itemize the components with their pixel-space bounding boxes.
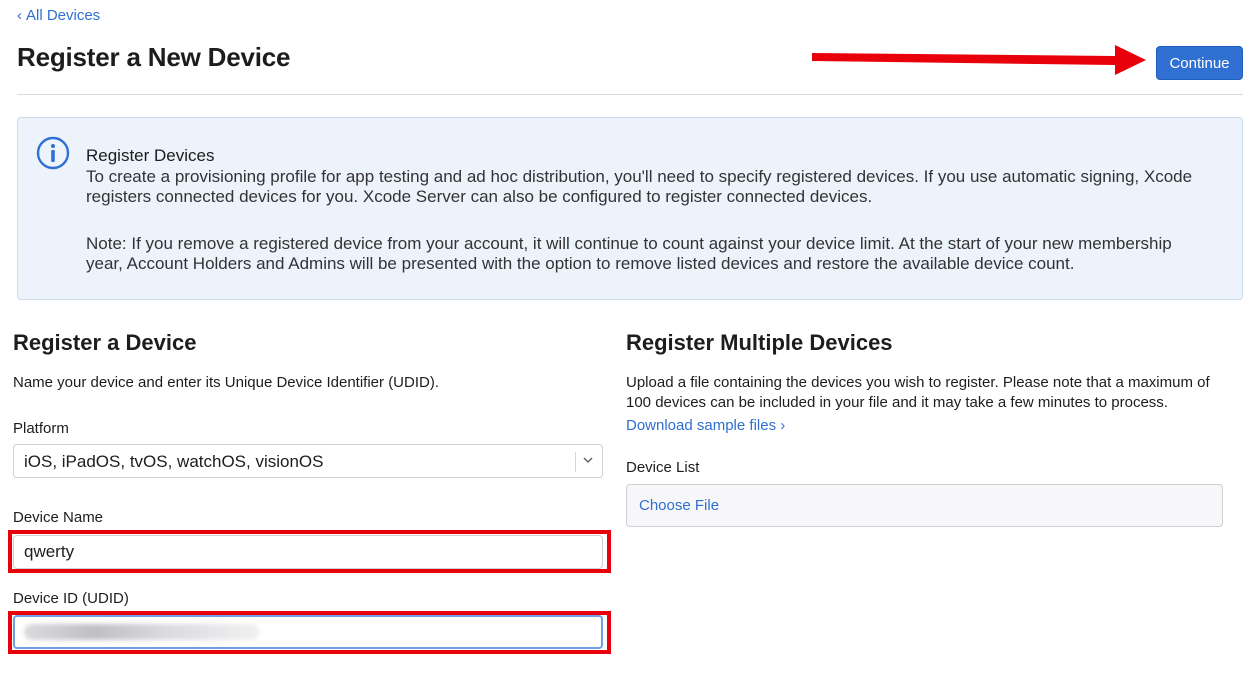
device-list-label: Device List — [626, 459, 700, 476]
chevron-left-icon: ‹ — [17, 7, 22, 24]
register-multiple-title: Register Multiple Devices — [626, 330, 893, 355]
register-device-description: Name your device and enter its Unique De… — [13, 374, 440, 391]
device-list-file-picker[interactable]: Choose File — [626, 484, 1223, 527]
platform-select-value: iOS, iPadOS, tvOS, watchOS, visionOS — [24, 452, 324, 471]
info-circle-icon — [36, 136, 70, 170]
device-name-label: Device Name — [13, 509, 104, 526]
annotation-highlight-device-name — [8, 530, 611, 573]
continue-button[interactable]: Continue — [1156, 46, 1243, 80]
page-title: Register a New Device — [17, 42, 291, 72]
choose-file-button[interactable]: Choose File — [639, 497, 719, 514]
annotation-highlight-device-id — [8, 611, 611, 654]
select-separator — [575, 452, 576, 472]
info-panel: Register Devices To create a provisionin… — [17, 117, 1243, 300]
info-heading: Register Devices — [86, 146, 215, 165]
annotation-arrow — [812, 45, 1146, 75]
chevron-down-icon — [583, 457, 593, 464]
platform-select[interactable]: iOS, iPadOS, tvOS, watchOS, visionOS — [13, 444, 603, 478]
info-paragraph-1: To create a provisioning profile for app… — [86, 167, 1193, 206]
device-id-label: Device ID (UDID) — [13, 590, 129, 607]
info-paragraph-2: Note: If you remove a registered device … — [86, 234, 1172, 273]
back-link-all-devices[interactable]: ‹ All Devices — [17, 7, 100, 24]
download-sample-files-link[interactable]: Download sample files › — [626, 417, 785, 434]
platform-label: Platform — [13, 420, 69, 437]
register-device-title: Register a Device — [13, 330, 197, 355]
back-link-label: All Devices — [26, 7, 101, 24]
header-divider — [17, 94, 1243, 95]
register-multiple-description: Upload a file containing the devices you… — [626, 374, 1210, 411]
